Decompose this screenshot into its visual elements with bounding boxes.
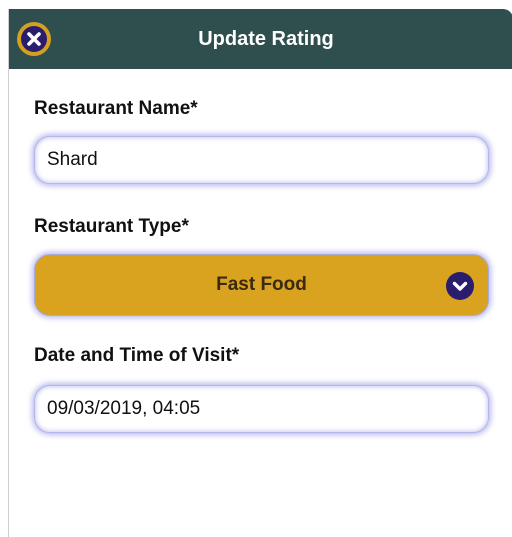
restaurant-type-selected-value: Fast Food	[216, 274, 307, 295]
dialog-title: Update Rating	[198, 28, 334, 50]
update-rating-dialog: Update Rating Restaurant Name* Shard Res…	[8, 9, 512, 537]
restaurant-name-input[interactable]: Shard	[34, 136, 489, 184]
restaurant-type-select[interactable]: Fast Food	[34, 254, 489, 316]
restaurant-name-label: Restaurant Name*	[34, 98, 198, 119]
restaurant-type-label: Restaurant Type*	[34, 216, 189, 237]
visit-datetime-label: Date and Time of Visit*	[34, 345, 240, 366]
dialog-header: Update Rating	[9, 9, 512, 69]
chevron-down-icon	[446, 272, 474, 300]
visit-datetime-input[interactable]: 09/03/2019, 04:05	[34, 385, 489, 433]
